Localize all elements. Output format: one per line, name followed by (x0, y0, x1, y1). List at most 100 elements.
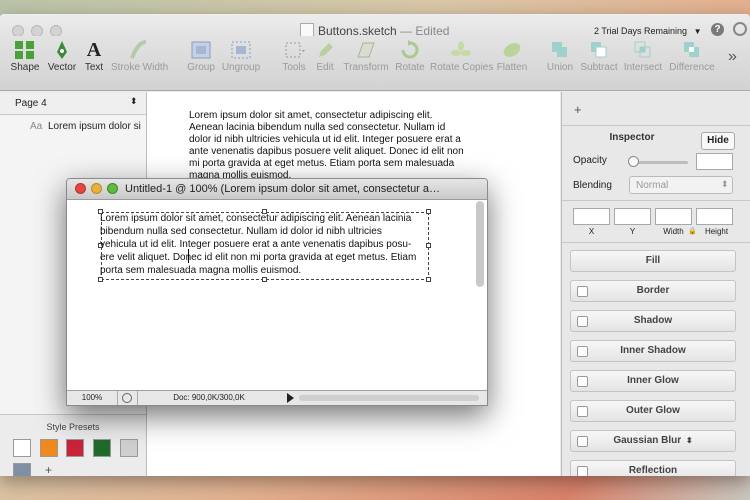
union-button[interactable]: Union (545, 40, 575, 80)
float-close-button[interactable] (75, 183, 86, 194)
opacity-slider[interactable] (632, 161, 688, 164)
selection-handle[interactable] (262, 277, 267, 282)
text-line: vehicula ut id elit. Integer posuere era… (100, 239, 412, 250)
text-line: bibendum nulla sed consectetur. Nullam i… (100, 226, 382, 237)
edit-button[interactable]: Edit (313, 40, 337, 80)
toolbar-overflow-button[interactable]: » (728, 48, 737, 66)
text-icon: A (86, 39, 102, 61)
canvas-text-layer[interactable]: Lorem ipsum dolor sit amet, consectetur … (189, 110, 469, 182)
difference-button[interactable]: Difference (668, 40, 716, 80)
shape-icon (15, 41, 34, 59)
opacity-field[interactable] (696, 153, 733, 170)
fill-button[interactable]: Fill (570, 250, 736, 272)
divider (562, 200, 750, 201)
style-preset-swatch[interactable] (120, 439, 138, 457)
text-cursor (188, 249, 189, 263)
selection-handle[interactable] (426, 277, 431, 282)
page-selector[interactable]: Page 4 ⬍ (0, 92, 146, 115)
triangle-right-icon[interactable] (287, 393, 294, 403)
tool-label: Transform (343, 62, 389, 73)
reflection-checkbox[interactable] (577, 466, 588, 476)
opacity-slider-thumb[interactable] (628, 156, 639, 167)
add-preset-button[interactable]: + (45, 463, 52, 476)
tools-menu-button[interactable]: Tools (277, 40, 311, 80)
fullscreen-icon[interactable] (733, 22, 747, 36)
triangle-down-icon: ▼ (693, 27, 702, 36)
width-field[interactable] (655, 208, 692, 225)
gaussian-blur-button[interactable]: Gaussian Blur ⬍ (570, 430, 736, 452)
updown-arrows-icon: ⬍ (721, 179, 729, 189)
intersect-button[interactable]: Intersect (622, 40, 664, 80)
inner-glow-button[interactable]: Inner Glow (570, 370, 736, 392)
outer-glow-button[interactable]: Outer Glow (570, 400, 736, 422)
style-preset-swatch[interactable] (66, 439, 84, 457)
add-page-button[interactable]: + (574, 102, 582, 117)
stroke-width-button[interactable]: Stroke Width (111, 40, 169, 80)
updown-arrows-icon: ⬍ (130, 96, 138, 106)
rotate-button[interactable]: Rotate (393, 40, 427, 80)
lock-ratio-icon[interactable]: 🔒 (688, 227, 697, 235)
border-button[interactable]: Border (570, 280, 736, 302)
rotate-copies-button[interactable]: Rotate Copies (430, 40, 493, 80)
layer-row[interactable]: Aa Lorem ipsum dolor si (0, 118, 146, 136)
tool-label: Union (546, 62, 574, 73)
y-label: Y (629, 227, 636, 236)
vertical-scrollbar[interactable] (476, 201, 484, 287)
text-tool-button[interactable]: A Text (80, 40, 108, 80)
shape-tool-button[interactable]: Shape (8, 40, 42, 80)
style-preset-swatch[interactable] (13, 463, 31, 476)
group-icon (191, 41, 211, 59)
blending-select[interactable]: Normal ⬍ (629, 176, 733, 194)
floating-document-window[interactable]: Untitled-1 @ 100% (Lorem ipsum dolor sit… (66, 178, 488, 406)
style-preset-swatch[interactable] (93, 439, 111, 457)
transform-button[interactable]: Transform (342, 40, 390, 80)
inspector-title: Inspector (609, 132, 655, 143)
vector-pen-icon (57, 41, 67, 59)
effect-label: Inner Glow (627, 375, 679, 386)
gaussian-blur-checkbox[interactable] (577, 436, 588, 447)
shadow-checkbox[interactable] (577, 316, 588, 327)
subtract-icon (591, 42, 607, 58)
effect-label: Gaussian Blur (613, 435, 682, 446)
tool-label: Vector (47, 62, 77, 73)
group-button[interactable]: Group (185, 40, 217, 80)
x-field[interactable] (573, 208, 610, 225)
height-field[interactable] (696, 208, 733, 225)
horizontal-scrollbar[interactable] (299, 395, 479, 401)
rotate-copies-icon (451, 41, 471, 56)
intersect-icon (634, 41, 651, 58)
text-frame[interactable]: Lorem ipsum dolor sit amet, consectetur … (100, 212, 440, 277)
tool-label: Flatten (496, 62, 528, 73)
inner-shadow-checkbox[interactable] (577, 346, 588, 357)
selection-handle[interactable] (98, 277, 103, 282)
floating-title-bar[interactable]: Untitled-1 @ 100% (Lorem ipsum dolor sit… (67, 179, 487, 200)
status-info-icon[interactable] (122, 393, 132, 403)
float-minimize-button[interactable] (91, 183, 102, 194)
trial-days-menu[interactable]: 2 Trial Days Remaining ▼ (594, 26, 701, 36)
zoom-field[interactable]: 100% (67, 391, 118, 405)
effect-label: Border (636, 285, 670, 296)
vector-tool-button[interactable]: Vector (45, 40, 79, 80)
style-preset-swatch[interactable] (13, 439, 31, 457)
style-preset-swatch[interactable] (40, 439, 58, 457)
inner-shadow-button[interactable]: Inner Shadow (570, 340, 736, 362)
outer-glow-checkbox[interactable] (577, 406, 588, 417)
layer-name: Lorem ipsum dolor si (48, 121, 141, 132)
flatten-button[interactable]: Flatten (495, 40, 529, 80)
tool-label: Stroke Width (111, 62, 169, 73)
text-line: ere velit aliquet. Donec id elit non mi … (100, 252, 417, 263)
document-icon (300, 23, 314, 37)
shadow-button[interactable]: Shadow (570, 310, 736, 332)
help-button[interactable]: ? (711, 23, 724, 36)
inner-glow-checkbox[interactable] (577, 376, 588, 387)
float-zoom-button[interactable] (107, 183, 118, 194)
hide-inspector-button[interactable]: Hide (701, 132, 735, 150)
transform-icon (357, 42, 375, 58)
text-line: porta sem malesuada magna mollis euismod… (100, 265, 302, 276)
ungroup-button[interactable]: Ungroup (219, 40, 263, 80)
width-label: Width (663, 227, 684, 236)
subtract-button[interactable]: Subtract (579, 40, 619, 80)
y-field[interactable] (614, 208, 651, 225)
border-checkbox[interactable] (577, 286, 588, 297)
reflection-button[interactable]: Reflection (570, 460, 736, 476)
